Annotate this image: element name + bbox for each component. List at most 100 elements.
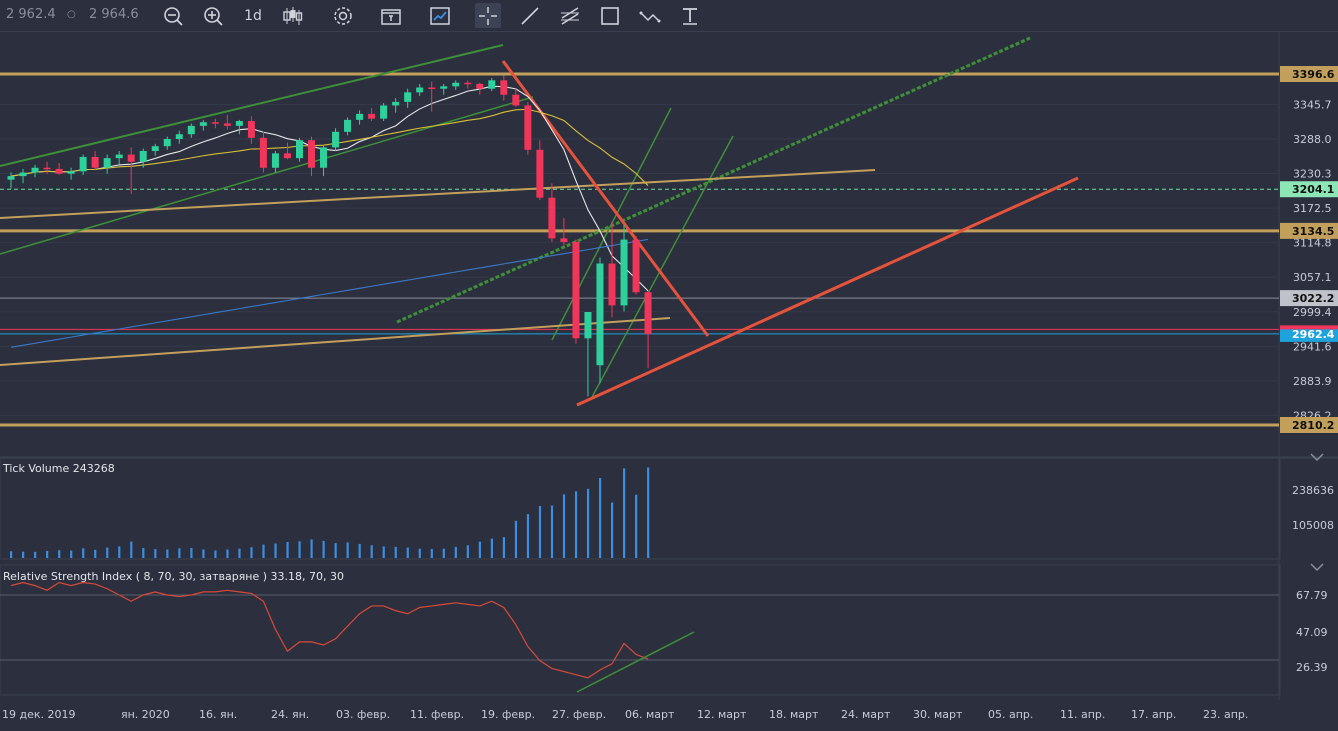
price-axis-label: 3288.0 bbox=[1293, 133, 1332, 146]
text-icon[interactable] bbox=[677, 3, 703, 28]
candle-body bbox=[139, 150, 147, 162]
volume-bar bbox=[430, 549, 433, 558]
candle-body bbox=[392, 101, 400, 106]
time-axis-label: 19. февр. bbox=[481, 708, 535, 721]
volume-bar bbox=[34, 551, 37, 558]
rsi-axis-label: 67.79 bbox=[1296, 589, 1328, 602]
time-axis-label: 06. март bbox=[625, 708, 675, 721]
candle-body bbox=[91, 156, 99, 168]
timeframe-button[interactable]: 1d bbox=[240, 3, 266, 28]
volume-bar bbox=[226, 549, 229, 558]
volume-bar bbox=[358, 543, 361, 558]
volume-bar bbox=[394, 546, 397, 558]
candle-body bbox=[416, 87, 424, 93]
rectangle-icon[interactable] bbox=[597, 3, 623, 28]
volume-bar bbox=[70, 550, 73, 558]
rsi-line bbox=[10, 581, 649, 679]
zoom-out-icon[interactable] bbox=[160, 3, 186, 28]
chart-type-icon[interactable] bbox=[427, 3, 453, 28]
volume-bar bbox=[22, 551, 25, 558]
chart-area[interactable]: 3345.73288.03230.33172.53114.83057.12999… bbox=[0, 31, 1338, 731]
trendline-icon[interactable] bbox=[517, 3, 543, 28]
price-tag: 3204.1 bbox=[1292, 183, 1334, 196]
template-icon[interactable] bbox=[378, 3, 404, 28]
candle-body bbox=[488, 80, 496, 89]
price-axis-label: 3230.3 bbox=[1293, 168, 1332, 181]
volume-bar bbox=[442, 548, 445, 558]
volume-bar bbox=[130, 541, 133, 558]
candle-body bbox=[608, 263, 616, 306]
candle-body bbox=[632, 239, 640, 293]
rsi-trendline[interactable] bbox=[576, 631, 695, 693]
zoom-in-icon[interactable] bbox=[200, 3, 226, 28]
candle-body bbox=[7, 176, 15, 180]
candle-body bbox=[175, 134, 183, 140]
volume-bar bbox=[490, 538, 493, 558]
rsi-panel-border bbox=[0, 564, 1281, 696]
time-axis-label: 16. ян. bbox=[199, 708, 237, 721]
candle-body bbox=[43, 167, 51, 170]
candle-body bbox=[308, 140, 315, 168]
time-axis-label: 19 дек. 2019 bbox=[2, 708, 76, 721]
volume-bar bbox=[178, 548, 181, 558]
volume-bar bbox=[118, 546, 121, 558]
candle-body bbox=[452, 82, 460, 87]
time-axis-label: ян. 2020 bbox=[121, 708, 170, 721]
time-axis-label: 11. февр. bbox=[410, 708, 464, 721]
candle-body bbox=[368, 113, 376, 119]
volume-bar bbox=[502, 537, 506, 558]
settings-icon[interactable] bbox=[330, 3, 356, 28]
price-tag: 3396.6 bbox=[1292, 68, 1335, 81]
volume-bar bbox=[623, 468, 626, 558]
rsi-axis-label: 26.39 bbox=[1296, 661, 1328, 674]
volume-axis-label: 238636 bbox=[1292, 484, 1334, 497]
volume-bar bbox=[466, 545, 469, 558]
volume-bar bbox=[334, 543, 337, 558]
candle-body bbox=[536, 149, 544, 198]
candle-body bbox=[115, 154, 123, 159]
volume-bar bbox=[238, 548, 241, 558]
price-axis-label: 3172.5 bbox=[1293, 202, 1332, 215]
support-trendline[interactable] bbox=[0, 317, 671, 366]
candle-body bbox=[247, 121, 255, 138]
candle-body bbox=[259, 137, 267, 168]
candles-icon[interactable] bbox=[280, 3, 306, 28]
candle-body bbox=[380, 105, 388, 119]
candle-body bbox=[464, 82, 472, 85]
time-axis-label: 24. ян. bbox=[271, 708, 309, 721]
candle-body bbox=[235, 121, 243, 126]
volume-bar bbox=[94, 549, 97, 558]
volume-bar bbox=[154, 549, 157, 558]
candle-body bbox=[332, 131, 340, 148]
volume-axis-label: 105008 bbox=[1292, 519, 1334, 532]
volume-bar bbox=[635, 494, 638, 558]
candle-body bbox=[79, 156, 87, 172]
price-tag: 3134.5 bbox=[1292, 225, 1334, 238]
channel-icon[interactable] bbox=[557, 3, 583, 28]
time-axis-label: 05. апр. bbox=[988, 708, 1033, 721]
down-trendline[interactable] bbox=[501, 60, 710, 337]
candle-body bbox=[500, 80, 508, 95]
candle-body bbox=[67, 171, 75, 174]
crosshair-icon[interactable] bbox=[475, 3, 501, 28]
volume-bar bbox=[58, 550, 61, 558]
price-axis-label: 2999.4 bbox=[1293, 306, 1332, 319]
candle-body bbox=[55, 168, 63, 174]
volume-bar bbox=[538, 505, 542, 558]
time-axis-label: 24. март bbox=[841, 708, 891, 721]
volume-bar bbox=[298, 541, 301, 558]
price-axis-label: 2883.9 bbox=[1293, 375, 1332, 388]
volume-panel-border bbox=[0, 456, 1281, 560]
candle-body bbox=[211, 122, 219, 124]
volume-bar bbox=[214, 550, 217, 558]
collapse-icon[interactable] bbox=[1310, 563, 1324, 572]
volume-bar bbox=[106, 547, 109, 558]
rsi-axis-label: 47.09 bbox=[1296, 626, 1328, 639]
volume-bar bbox=[562, 494, 566, 558]
price-axis-label: 3057.1 bbox=[1293, 271, 1332, 284]
wave-icon[interactable] bbox=[637, 3, 663, 28]
candle-body bbox=[356, 113, 364, 120]
bid-price: 2 962.4 bbox=[6, 7, 56, 22]
up-trendline[interactable] bbox=[576, 176, 1079, 407]
volume-bar bbox=[322, 540, 325, 558]
